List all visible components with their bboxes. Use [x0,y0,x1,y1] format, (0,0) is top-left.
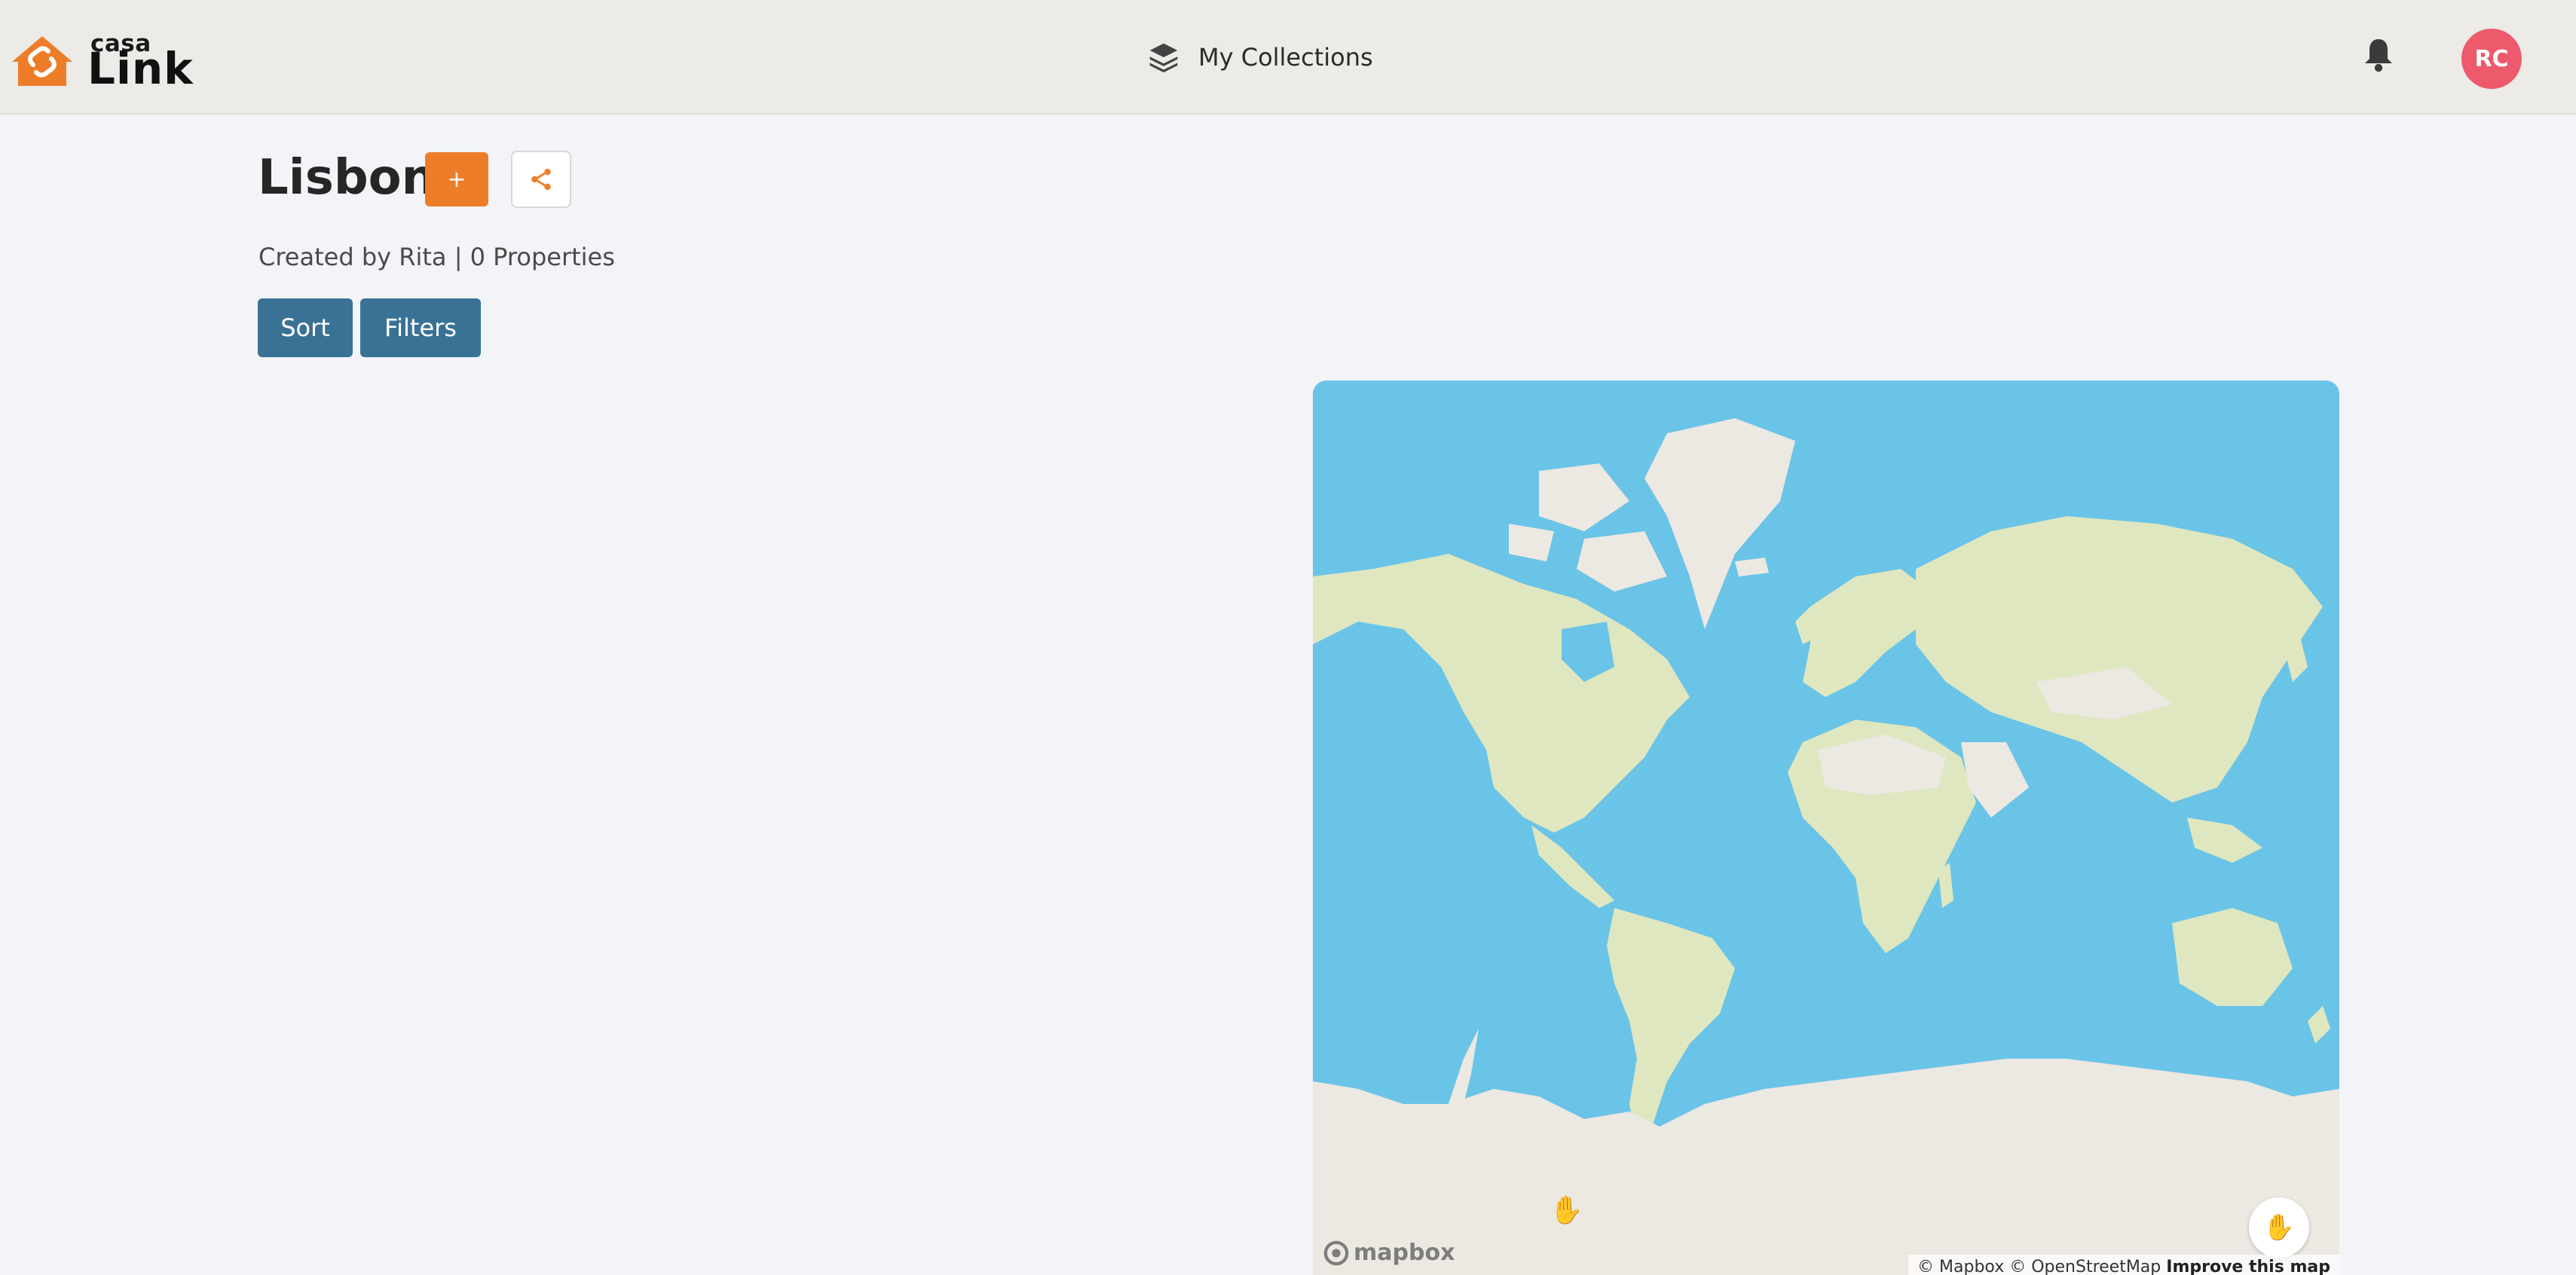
bell-icon [2365,39,2392,72]
top-navbar: casa Link My Collections RC [0,0,2576,115]
notifications-button[interactable] [2363,38,2394,72]
house-link-icon [12,36,72,86]
world-map[interactable] [1313,381,2339,1275]
mapbox-logo-text: mapbox [1354,1240,1455,1266]
map-view[interactable]: ✋ ✋ mapbox © Mapbox © OpenStreetMap Impr… [1313,381,2339,1275]
share-button[interactable] [511,151,571,208]
filters-button[interactable]: Filters [360,298,481,357]
collection-title: Lisbon [258,150,436,206]
pan-hand-button[interactable]: ✋ [2249,1197,2309,1258]
user-avatar[interactable]: RC [2461,29,2522,89]
mapbox-mark-icon [1323,1240,1349,1265]
casalink-logo[interactable]: casa Link [11,30,193,90]
map-attribution: © Mapbox © OpenStreetMap Improve this ma… [1908,1255,2339,1275]
improve-map-link[interactable]: Improve this map [2166,1258,2330,1275]
collection-meta: Created by Rita | 0 Properties [259,243,615,271]
add-property-button[interactable]: + [425,152,488,206]
logo-text-large: Link [87,43,194,94]
my-collections-label: My Collections [1198,43,1373,72]
my-collections-link[interactable]: My Collections [1147,38,1373,77]
mapbox-logo[interactable]: mapbox [1323,1240,1455,1266]
layers-icon [1149,43,1178,73]
attribution-text: © Mapbox © OpenStreetMap [1917,1258,2161,1275]
hand-cursor-icon: ✋ [1550,1195,1583,1226]
sort-button[interactable]: Sort [258,298,353,357]
hand-icon: ✋ [2262,1212,2296,1243]
share-icon [531,168,551,191]
